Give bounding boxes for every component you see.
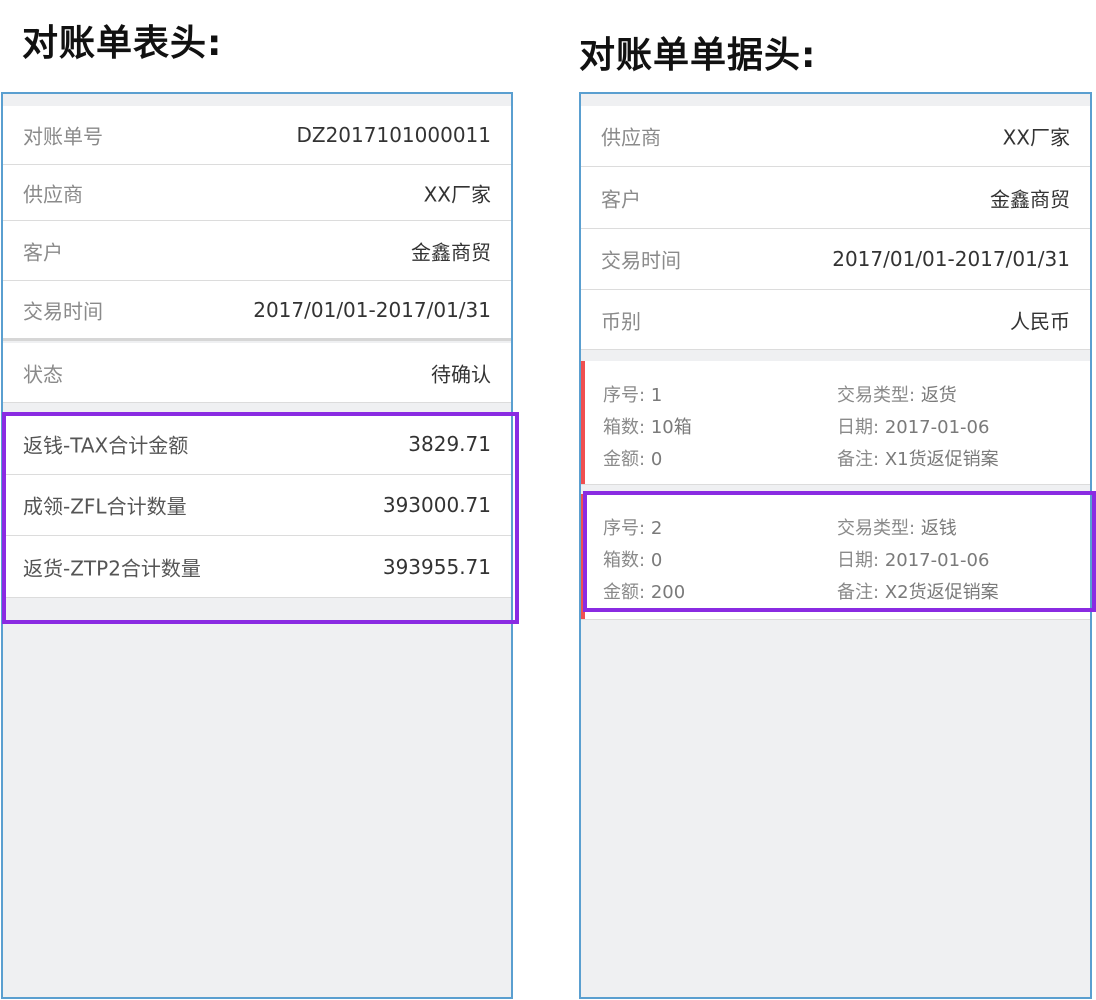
row-label: 客户 [601,187,641,211]
row-supplier[interactable]: 供应商 XX厂家 [3,165,511,221]
row-label: 客户 [23,240,63,264]
right-heading: 对账单单据头: [579,35,817,76]
row-value: 2017/01/01-2017/01/31 [253,297,491,322]
record-note: 备注: X1货返促销案 [837,449,999,470]
row-currency[interactable]: 币别 人民币 [581,290,1090,350]
row-label: 供应商 [23,182,83,206]
row-value: 待确认 [431,362,491,386]
record-type: 交易类型: 返货 [837,385,957,406]
record-boxes: 箱数: 10箱 [603,417,692,438]
row-value: XX厂家 [423,182,491,206]
row-trade-period[interactable]: 交易时间 2017/01/01-2017/01/31 [581,229,1090,290]
row-customer[interactable]: 客户 金鑫商贸 [581,167,1090,229]
row-label: 对账单号 [23,124,103,149]
row-trade-period[interactable]: 交易时间 2017/01/01-2017/01/31 [3,281,511,341]
row-supplier[interactable]: 供应商 XX厂家 [581,106,1090,167]
row-label: 交易时间 [601,248,681,273]
row-label: 供应商 [601,125,661,150]
left-heading: 对账单表头: [22,23,223,64]
row-value: 金鑫商贸 [990,187,1070,211]
record-highlight-box [583,491,1096,612]
row-status[interactable]: 状态 待确认 [3,343,511,403]
row-value: XX厂家 [1002,125,1070,150]
row-label: 币别 [601,309,641,333]
record-card[interactable]: 序号: 1 交易类型: 返货 箱数: 10箱 日期: 2017-01-06 金额… [581,361,1090,485]
row-value: 2017/01/01-2017/01/31 [832,247,1070,271]
row-value: 金鑫商贸 [411,240,491,264]
row-label: 状态 [23,362,63,386]
record-date: 日期: 2017-01-06 [837,417,990,438]
row-statement-no[interactable]: 对账单号 DZ2017101000011 [3,106,511,165]
row-value: DZ2017101000011 [296,123,491,147]
totals-highlight-box [2,412,519,624]
record-accent-bar [581,361,585,484]
row-customer[interactable]: 客户 金鑫商贸 [3,221,511,281]
row-value: 人民币 [1010,309,1070,333]
row-label: 交易时间 [23,299,103,323]
record-seq: 序号: 1 [603,385,663,406]
record-amount: 金额: 0 [603,449,663,470]
